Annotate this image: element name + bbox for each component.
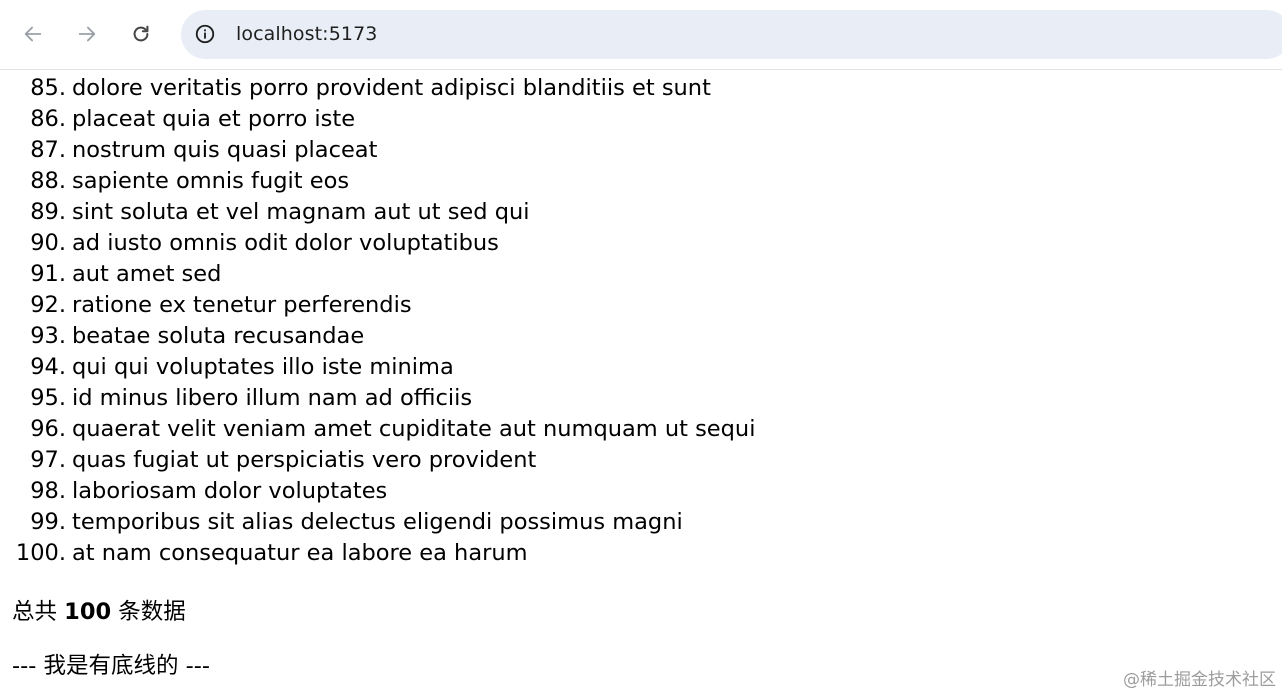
summary-text: 总共 100 条数据 (12, 597, 186, 627)
reload-button[interactable] (124, 17, 158, 51)
list-item-number: 87. (30, 137, 66, 163)
list-item-text: nostrum quis quasi placeat (72, 137, 378, 163)
list-item-number: 92. (30, 292, 66, 318)
list-item-text: ratione ex tenetur perferendis (72, 292, 412, 318)
list-item-number: 96. (30, 416, 66, 442)
list-item-text: beatae soluta recusandae (72, 323, 365, 349)
list-item-text: placeat quia et porro iste (72, 106, 356, 132)
list-item-text: laboriosam dolor voluptates (72, 478, 388, 504)
list-item-number: 94. (30, 354, 66, 380)
summary-prefix: 总共 (12, 599, 58, 625)
list-item-text: temporibus sit alias delectus eligendi p… (72, 509, 683, 535)
list-item-number: 100. (15, 540, 66, 566)
list-item-number: 89. (30, 199, 66, 225)
page-content: 84.repellat ipsa85.dolore veritatis porr… (0, 71, 1282, 696)
arrow-left-icon (22, 23, 44, 45)
list-item-text: aut amet sed (72, 261, 222, 287)
list-item-text: qui qui voluptates illo iste minima (72, 354, 454, 380)
list-item-text: at nam consequatur ea labore ea harum (72, 540, 528, 566)
summary-count: 100 (64, 599, 112, 625)
browser-toolbar: localhost:5173 (0, 0, 1282, 70)
forward-button[interactable] (70, 17, 104, 51)
list-item-number: 88. (30, 168, 66, 194)
list-item-number: 90. (30, 230, 66, 256)
list-item-text: id minus libero illum nam ad officiis (72, 385, 473, 411)
arrow-right-icon (76, 23, 98, 45)
bottom-line-text: --- 我是有底线的 --- (12, 653, 211, 679)
list-item-text: quas fugiat ut perspiciatis vero provide… (72, 447, 537, 473)
list-item-text: ad iusto omnis odit dolor voluptatibus (72, 230, 499, 256)
back-button[interactable] (16, 17, 50, 51)
list-item-number: 98. (30, 478, 66, 504)
url-text[interactable]: localhost:5173 (236, 22, 377, 46)
list-item-text: dolore veritatis porro provident adipisc… (72, 75, 711, 101)
list-item-number: 95. (30, 385, 66, 411)
list-item-number: 93. (30, 323, 66, 349)
address-bar[interactable]: localhost:5173 (181, 10, 1282, 59)
watermark: @稀土掘金技术社区 (1123, 670, 1276, 690)
list-item-text: quaerat velit veniam amet cupiditate aut… (72, 416, 756, 442)
list-item-text: sapiente omnis fugit eos (72, 168, 350, 194)
list-item-number: 99. (30, 509, 66, 535)
list-item-text: sint soluta et vel magnam aut ut sed qui (72, 199, 530, 225)
info-icon[interactable] (193, 22, 217, 46)
list-item-number: 91. (30, 261, 66, 287)
list-item-number: 85. (30, 75, 66, 101)
list-item-number: 86. (30, 106, 66, 132)
list-item-number: 97. (30, 447, 66, 473)
summary-suffix: 条数据 (118, 599, 186, 625)
reload-icon (130, 23, 152, 45)
